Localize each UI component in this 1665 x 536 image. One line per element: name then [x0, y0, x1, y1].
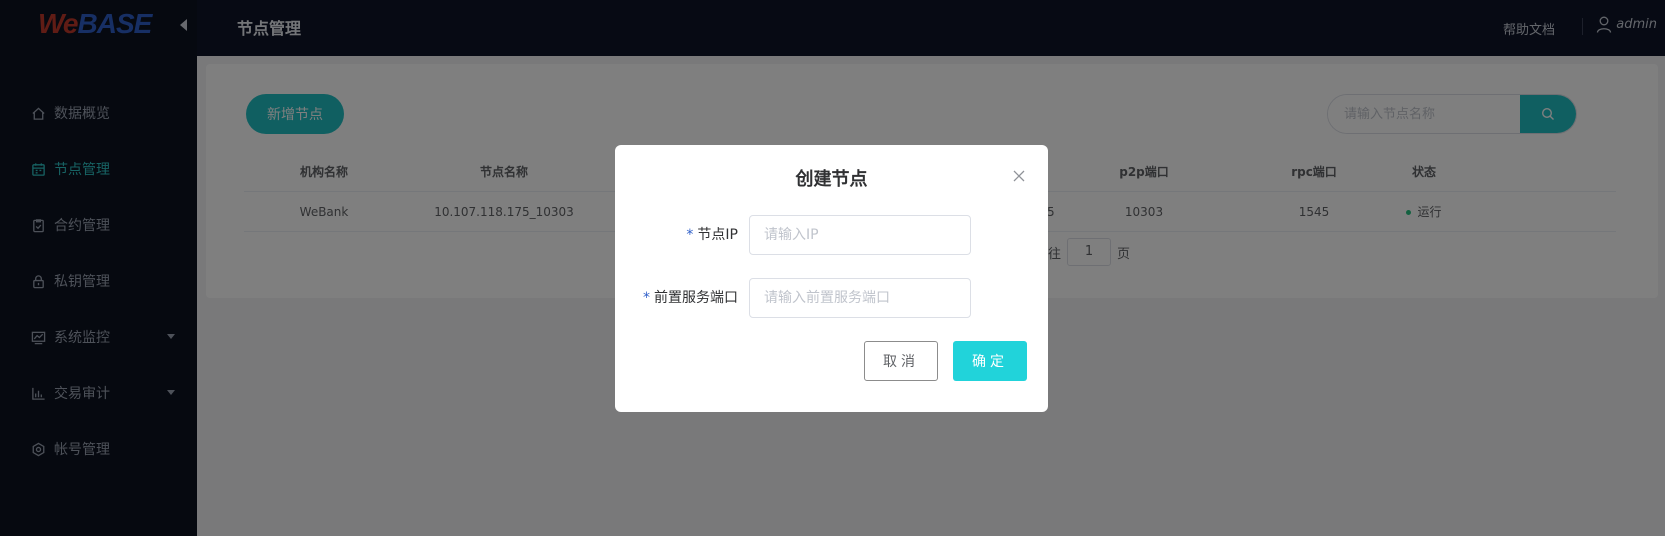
frontend-port-label-text: 前置服务端口: [654, 290, 738, 306]
dialog-title: 创建节点: [795, 169, 868, 190]
required-mark: *: [643, 290, 650, 306]
node-ip-label-text: 节点IP: [697, 227, 738, 243]
node-ip-label: * 节点IP: [686, 215, 738, 255]
node-ip-input[interactable]: [749, 215, 971, 255]
form-row-frontend-port: * 前置服务端口: [615, 278, 1048, 318]
cancel-button[interactable]: 取消: [864, 341, 938, 381]
frontend-port-input[interactable]: [749, 278, 971, 318]
form-row-node-ip: * 节点IP: [615, 215, 1048, 255]
frontend-port-label: * 前置服务端口: [643, 278, 738, 318]
confirm-button[interactable]: 确定: [953, 341, 1027, 381]
close-icon[interactable]: [1012, 169, 1026, 183]
create-node-dialog: 创建节点 *节点IP *前置服务端口 取消 确定: [615, 145, 1048, 412]
required-mark: *: [686, 227, 694, 243]
